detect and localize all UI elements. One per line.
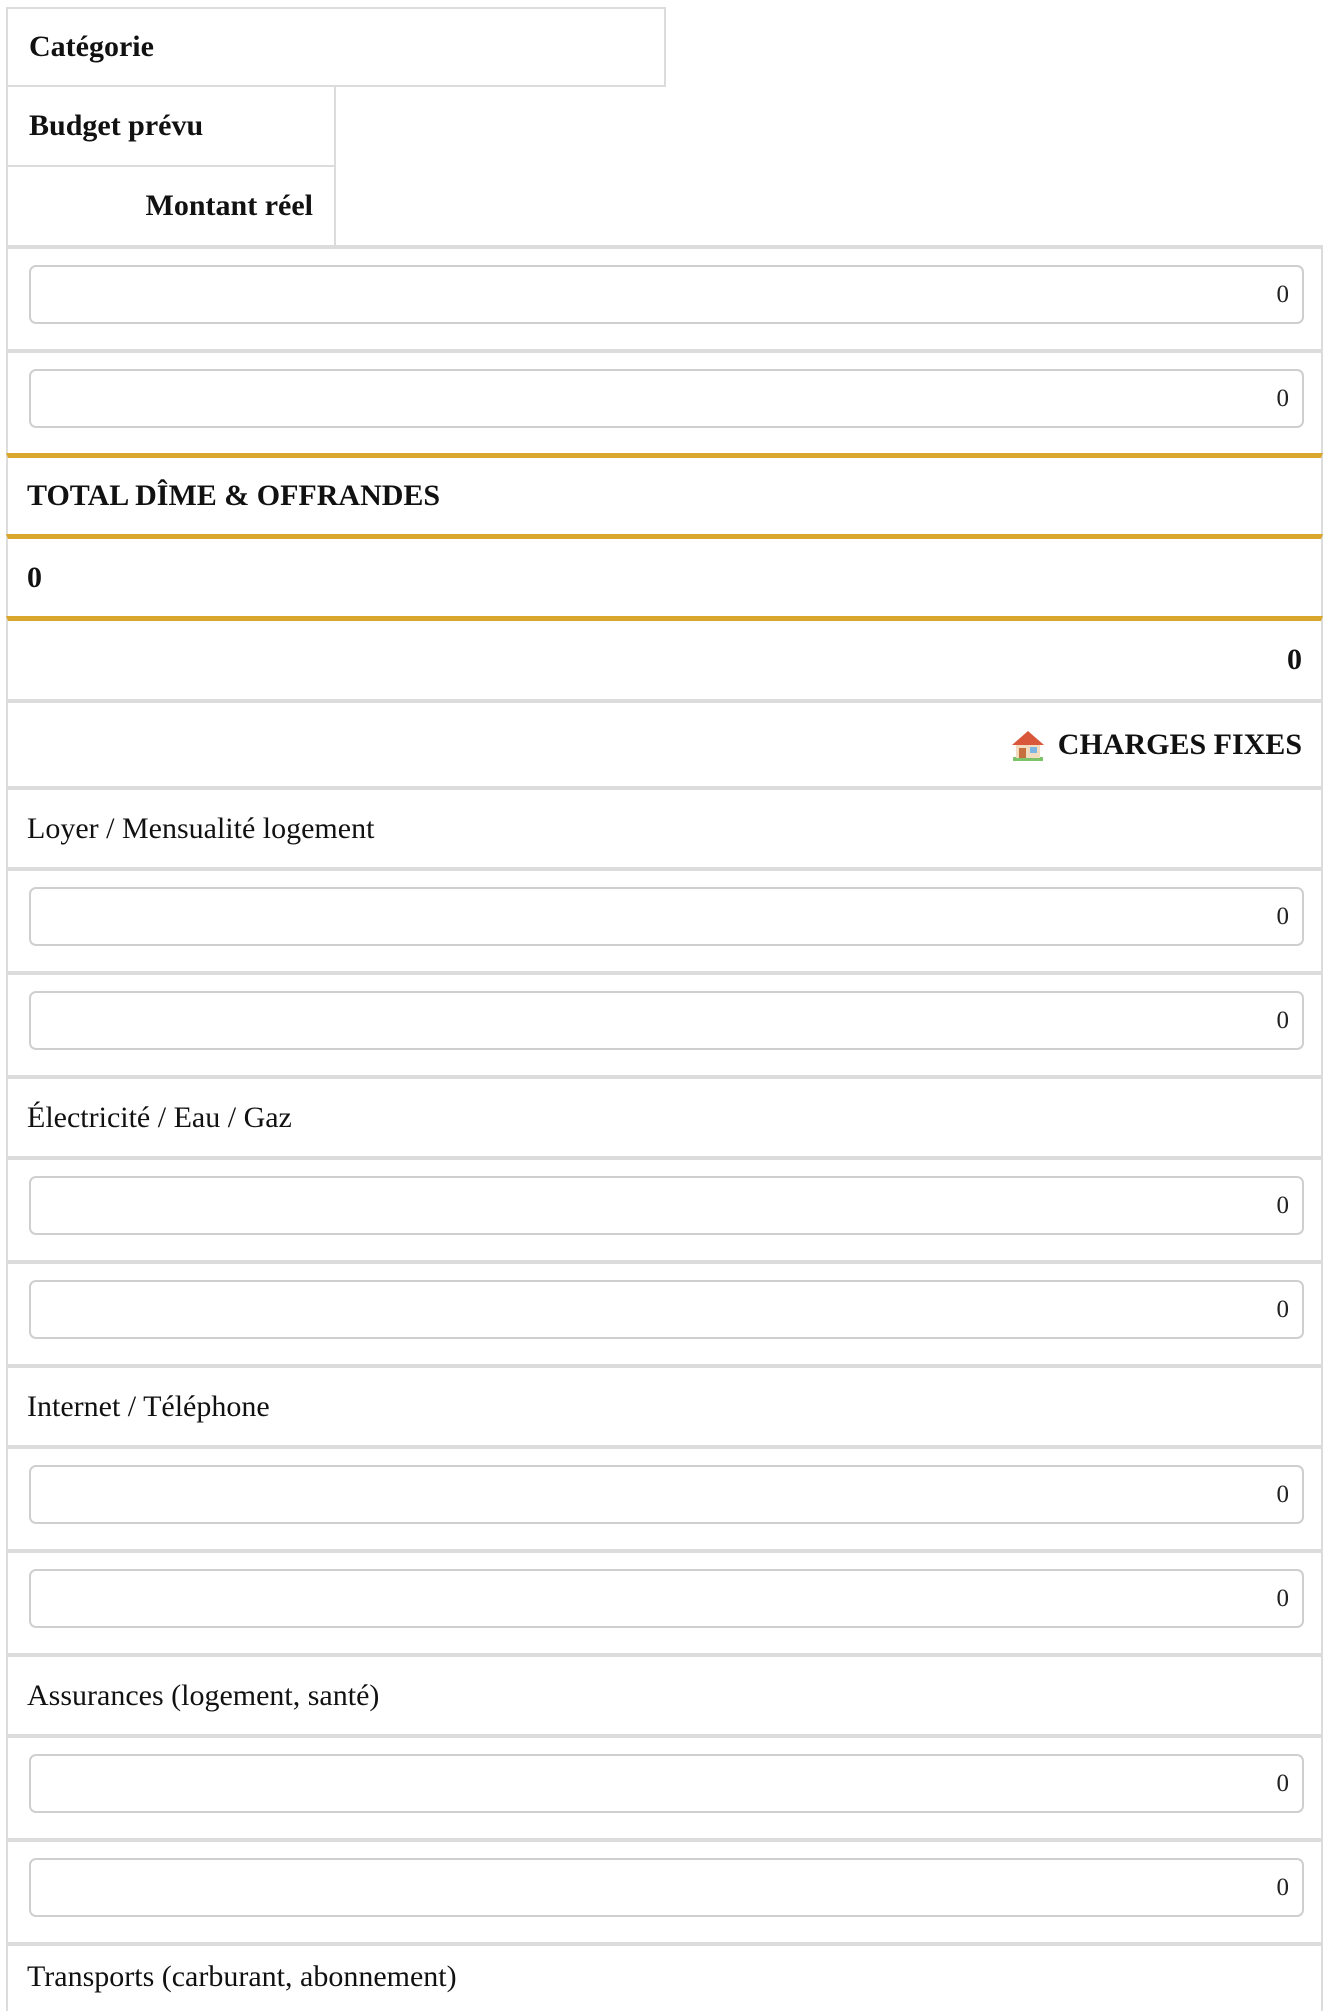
total-tithe-planned-cell: 0 [6, 534, 1323, 616]
category-label: Transports (carburant, abonnement) [27, 1960, 457, 1993]
category-row: Internet / Téléphone [6, 1364, 1323, 1445]
tithe-actual-input[interactable] [29, 369, 1304, 428]
actual-amount-input[interactable] [29, 1858, 1304, 1917]
planned-cell [6, 1445, 1323, 1549]
tithe-planned-input[interactable] [29, 265, 1304, 324]
section-fixed-charges: CHARGES FIXES [6, 699, 1323, 786]
house-icon [1011, 730, 1044, 761]
planned-amount-input[interactable] [29, 1465, 1304, 1524]
category-label: Internet / Téléphone [27, 1389, 270, 1423]
total-tithe-actual-cell: 0 [6, 616, 1323, 699]
tithe-planned-cell [6, 245, 1323, 349]
header-planned-label: Budget prévu [29, 109, 204, 142]
category-label: Loyer / Mensualité logement [27, 811, 375, 845]
category-row: Transports (carburant, abonnement) [6, 1942, 1323, 2011]
actual-amount-input[interactable] [29, 991, 1304, 1050]
total-tithe-planned-value: 0 [27, 560, 42, 594]
planned-cell [6, 867, 1323, 971]
section-fixed-charges-title: CHARGES FIXES [1057, 727, 1302, 761]
category-label: Assurances (logement, santé) [27, 1678, 380, 1712]
planned-cell [6, 1156, 1323, 1260]
actual-cell [6, 971, 1323, 1075]
planned-amount-input[interactable] [29, 1754, 1304, 1813]
total-tithe-label: TOTAL DÎME & OFFRANDES [27, 479, 441, 512]
category-row: Électricité / Eau / Gaz [6, 1075, 1323, 1156]
planned-amount-input[interactable] [29, 1176, 1304, 1235]
actual-cell [6, 1838, 1323, 1942]
actual-amount-input[interactable] [29, 1280, 1304, 1339]
tithe-actual-cell [6, 349, 1323, 453]
actual-amount-input[interactable] [29, 1569, 1304, 1628]
header-actual-label: Montant réel [145, 189, 313, 222]
total-tithe-label-cell: TOTAL DÎME & OFFRANDES [6, 453, 1323, 534]
planned-amount-input[interactable] [29, 887, 1304, 946]
header-planned: Budget prévu [6, 87, 336, 167]
header-category-label: Catégorie [29, 30, 154, 63]
total-tithe-actual-value: 0 [1287, 643, 1302, 676]
category-row: Assurances (logement, santé) [6, 1653, 1323, 1734]
category-label: Électricité / Eau / Gaz [27, 1100, 292, 1134]
planned-cell [6, 1734, 1323, 1838]
actual-cell [6, 1549, 1323, 1653]
category-row: Loyer / Mensualité logement [6, 786, 1323, 867]
header-category: Catégorie [6, 7, 666, 87]
actual-cell [6, 1260, 1323, 1364]
header-actual: Montant réel [6, 167, 336, 247]
